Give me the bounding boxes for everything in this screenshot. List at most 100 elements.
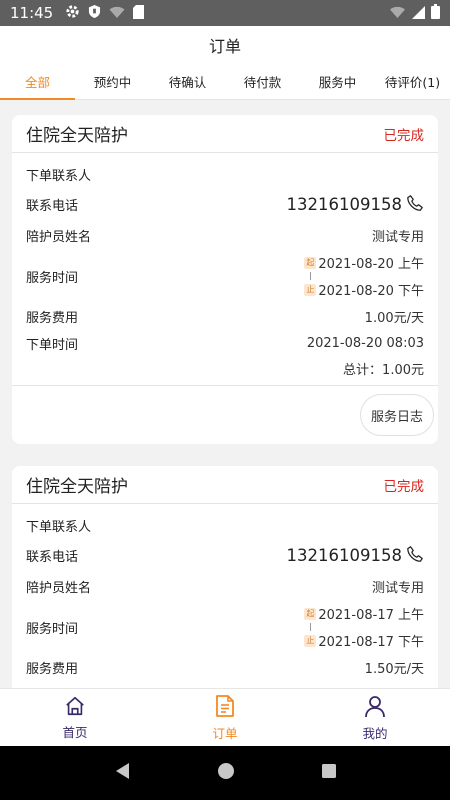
tab-label: 待评价(1) [384,75,441,90]
order-document-icon [214,694,236,721]
order-card[interactable]: 住院全天陪护 已完成 下单联系人 联系电话 13216109158 陪护员姓名 … [12,115,438,444]
time-connector [310,272,312,280]
end-tag: 止 [304,634,317,647]
recents-square-icon[interactable] [321,763,337,783]
order-card-header: 住院全天陪护 已完成 [12,466,438,504]
nav-mine[interactable]: 我的 [300,689,450,746]
phone-label: 联系电话 [26,199,79,214]
nav-home-label: 首页 [62,724,88,740]
service-log-button[interactable]: 服务日志 [360,394,434,436]
tab-pending-payment[interactable]: 待付款 [225,64,300,99]
order-time-row: 下单时间 2021-08-20 08:03 [26,330,424,357]
order-status-tabs: 全部 预约中 待确认 待付款 服务中 待评价(1) [0,64,450,100]
caregiver-row: 陪护员姓名 测试专用 [26,571,424,601]
service-time-row: 服务时间 起 2021-08-20 上午 止 2021-08-20 下午 [26,250,424,302]
nav-orders[interactable]: 订单 [150,689,300,746]
contact-label: 下单联系人 [26,519,92,535]
fee-value: 1.50元/天 [364,661,424,677]
tab-pending-confirm[interactable]: 待确认 [150,64,225,99]
contact-label: 下单联系人 [26,168,92,184]
service-end-value: 2021-08-17 下午 [318,635,424,650]
fee-row: 服务费用 1.50元/天 [26,653,424,681]
order-status: 已完成 [383,478,425,495]
phone-link[interactable]: 13216109158 [287,194,424,216]
tab-label: 服务中 [318,75,357,90]
phone-row: 联系电话 13216109158 [26,189,424,220]
order-card[interactable]: 住院全天陪护 已完成 下单联系人 联系电话 13216109158 陪护员姓名 … [12,466,438,688]
order-time-label: 下单时间 [26,338,79,353]
service-start-value: 2021-08-17 上午 [318,608,424,623]
battery-icon [431,3,440,23]
service-time-range: 起 2021-08-17 上午 止 2021-08-17 下午 [304,604,424,650]
phone-icon [406,194,424,216]
tab-label: 全部 [24,75,50,90]
service-time-row: 服务时间 起 2021-08-17 上午 止 2021-08-17 下午 [26,601,424,653]
order-total: 总计：1.00元 [343,363,424,378]
end-tag: 止 [304,283,317,296]
page-title: 订单 [208,37,241,56]
order-list[interactable]: 住院全天陪护 已完成 下单联系人 联系电话 13216109158 陪护员姓名 … [0,100,450,688]
fee-row: 服务费用 1.00元/天 [26,302,424,330]
nav-mine-label: 我的 [362,725,388,741]
caregiver-row: 陪护员姓名 测试专用 [26,220,424,250]
service-time-range: 起 2021-08-20 上午 止 2021-08-20 下午 [304,253,424,299]
caregiver-label: 陪护员姓名 [26,580,92,596]
status-bar: 11:45 [0,0,450,26]
signal-icon [412,4,425,23]
start-tag: 起 [304,607,317,620]
caregiver-value: 测试专用 [371,580,424,596]
caregiver-label: 陪护员姓名 [26,229,92,245]
user-icon [364,694,386,721]
start-tag: 起 [304,256,317,269]
service-end: 止 2021-08-17 下午 [304,631,424,650]
order-title: 住院全天陪护 [26,126,128,146]
order-card-footer: 服务日志 [12,385,438,444]
tab-pending-review[interactable]: 待评价(1) [375,64,450,99]
sd-card-icon [133,4,145,23]
fee-value: 1.00元/天 [364,310,424,326]
tab-booking[interactable]: 预约中 [75,64,150,99]
phone-row: 联系电话 13216109158 [26,540,424,571]
phone-number: 13216109158 [286,195,402,214]
service-end: 止 2021-08-20 下午 [304,280,424,299]
service-time-label: 服务时间 [26,270,79,286]
phone-number: 13216109158 [286,546,402,565]
nav-home[interactable]: 首页 [0,689,150,746]
nav-orders-label: 订单 [212,725,238,741]
contact-row: 下单联系人 [26,510,424,540]
tab-all[interactable]: 全部 [0,64,75,100]
phone-label: 联系电话 [26,550,79,565]
shield-icon [88,4,101,23]
tab-label: 待付款 [243,75,282,90]
order-time-value: 2021-08-20 08:03 [306,336,424,351]
tab-label: 预约中 [93,75,132,90]
order-card-body: 下单联系人 联系电话 13216109158 陪护员姓名 测试专用 服务时间 起… [12,153,438,385]
time-connector [310,623,312,631]
caregiver-value: 测试专用 [371,229,424,245]
app-bar: 订单 [0,26,450,64]
fee-label: 服务费用 [26,661,79,677]
bottom-nav: 首页 订单 我的 [0,688,450,746]
settings-gear-icon [65,4,80,23]
order-title: 住院全天陪护 [26,477,128,497]
service-start: 起 2021-08-17 上午 [304,604,424,623]
service-end-value: 2021-08-20 下午 [318,284,424,299]
service-start-value: 2021-08-20 上午 [318,257,424,272]
tab-in-service[interactable]: 服务中 [300,64,375,99]
phone-link[interactable]: 13216109158 [287,545,424,567]
fee-label: 服务费用 [26,310,79,326]
service-start: 起 2021-08-20 上午 [304,253,424,272]
wifi-icon [389,4,406,23]
order-card-body: 下单联系人 联系电话 13216109158 陪护员姓名 测试专用 服务时间 起… [12,504,438,681]
wifi-off-icon [109,4,125,23]
status-time: 11:45 [10,4,54,22]
home-icon [64,695,86,720]
home-circle-icon[interactable] [217,762,235,784]
tab-label: 待确认 [168,75,207,90]
system-nav-bar [0,746,450,800]
service-time-label: 服务时间 [26,621,79,637]
order-card-header: 住院全天陪护 已完成 [12,115,438,153]
contact-row: 下单联系人 [26,159,424,189]
phone-icon [406,545,424,567]
back-icon[interactable] [113,761,131,785]
